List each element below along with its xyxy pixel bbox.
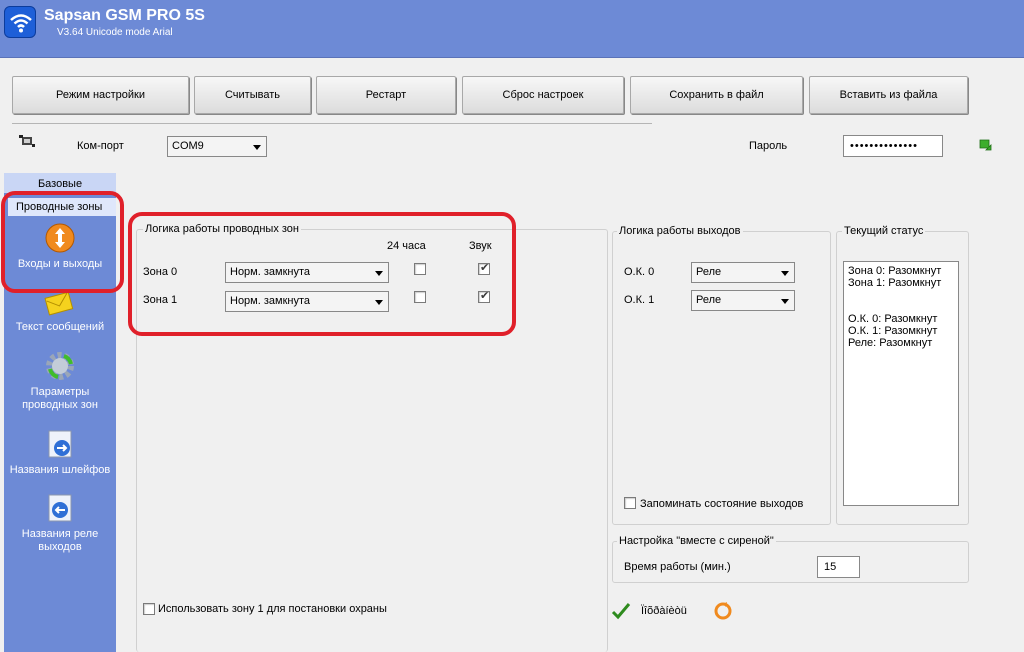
siren-time-label: Время работы (мин.) <box>624 561 731 573</box>
highlight-sidebar <box>1 191 124 293</box>
restart-button[interactable]: Рестарт <box>316 76 456 114</box>
checkmark-icon[interactable] <box>611 602 631 623</box>
save-to-file-button[interactable]: Сохранить в файл <box>630 76 803 114</box>
gear-icon <box>44 350 76 382</box>
remember-outputs-checkbox[interactable] <box>624 497 636 509</box>
status-title: Текущий статус <box>842 225 926 237</box>
com-port-value: COM9 <box>172 140 204 152</box>
chevron-down-icon <box>781 271 789 276</box>
envelope-icon <box>44 289 76 317</box>
use-zone1-arm-checkbox[interactable] <box>143 603 155 615</box>
list-item: Зона 1: Разомкнут <box>848 277 942 289</box>
document-back-arrow-icon <box>44 492 76 524</box>
setup-mode-button[interactable]: Режим настройки <box>12 76 189 114</box>
app-wifi-icon <box>4 6 36 38</box>
ok0-select[interactable]: Реле <box>691 262 795 283</box>
reset-settings-button[interactable]: Сброс настроек <box>462 76 624 114</box>
highlight-wired-zones <box>128 212 516 336</box>
use-zone1-arm-label: Использовать зону 1 для постановки охран… <box>158 603 387 615</box>
list-item <box>848 301 954 313</box>
title-bar: Sapsan GSM PRO 5S V3.64 Unicode mode Ari… <box>0 0 1024 58</box>
window-subtitle: V3.64 Unicode mode Arial <box>57 27 173 38</box>
sidebar-item-relay-names[interactable]: Названия реле выходов <box>4 492 116 554</box>
ok0-value: Реле <box>696 266 722 278</box>
sidebar-label-relay-names: Названия реле выходов <box>21 528 99 553</box>
sidebar-label-loop-names: Названия шлейфов <box>9 464 111 476</box>
refresh-icon[interactable] <box>714 602 732 623</box>
remember-outputs-label: Запоминать состояние выходов <box>640 498 804 510</box>
chevron-down-icon <box>253 145 261 150</box>
sidebar-item-zone-params[interactable]: Параметры проводных зон <box>4 350 116 412</box>
password-label: Пароль <box>749 140 788 152</box>
ok0-label: О.К. 0 <box>624 266 655 278</box>
document-arrow-icon <box>44 428 76 460</box>
sidebar-label-message-text: Текст сообщений <box>15 321 105 333</box>
sidebar-label-zone-params: Параметры проводных зон <box>22 386 98 411</box>
list-item: Реле: Разомкнут <box>848 337 933 349</box>
ok1-label: О.К. 1 <box>624 294 655 306</box>
tab-basic[interactable]: Базовые <box>4 173 116 193</box>
sidebar-item-loop-names[interactable]: Названия шлейфов <box>4 428 116 477</box>
siren-title: Настройка "вместе с сиреной" <box>617 535 776 547</box>
window-title: Sapsan GSM PRO 5S <box>44 7 205 24</box>
read-button[interactable]: Считывать <box>194 76 311 114</box>
list-item: О.К. 0: Разомкнут <box>848 313 938 325</box>
com-port-label: Ком-порт <box>77 140 124 152</box>
load-from-file-button[interactable]: Вставить из файла <box>809 76 968 114</box>
com-port-select[interactable]: COM9 <box>167 136 267 157</box>
chevron-down-icon <box>781 299 789 304</box>
list-item: О.К. 1: Разомкнут <box>848 325 938 337</box>
apply-label[interactable]: Ïîõðàíèòü <box>641 605 687 617</box>
connect-arrow-icon[interactable] <box>977 137 993 156</box>
ok1-select[interactable]: Реле <box>691 290 795 311</box>
password-field[interactable]: •••••••••••••• <box>843 135 943 157</box>
list-item: Зона 0: Разомкнут <box>848 265 942 277</box>
serial-port-icon <box>18 134 36 151</box>
outputs-title: Логика работы выходов <box>617 225 743 237</box>
list-item <box>848 289 954 301</box>
ok1-value: Реле <box>696 294 722 306</box>
toolbar-divider <box>12 123 652 124</box>
siren-time-field[interactable]: 15 <box>817 556 860 578</box>
status-list[interactable]: Зона 0: Разомкнут Зона 1: Разомкнут О.К.… <box>843 261 959 506</box>
sidebar-item-message-text[interactable]: Текст сообщений <box>4 289 116 334</box>
